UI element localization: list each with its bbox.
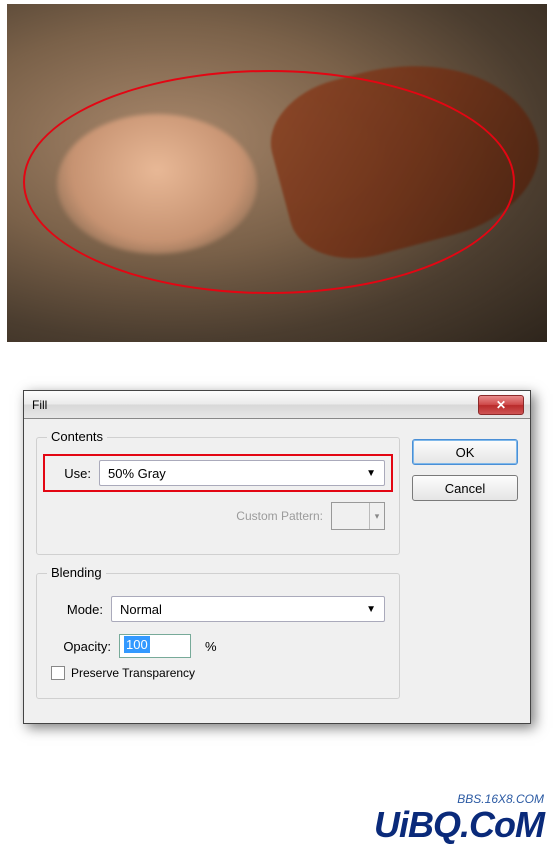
dialog-titlebar[interactable]: Fill ✕ [24,391,530,419]
use-row-highlight: Use: 50% Gray ▼ [43,454,393,492]
fill-dialog: Fill ✕ Contents Use: 50% Gray ▼ [23,390,531,724]
contents-group: Contents Use: 50% Gray ▼ Custom Pattern:… [36,437,400,555]
dialog-title: Fill [32,398,47,412]
custom-pattern-label: Custom Pattern: [236,509,323,523]
opacity-input[interactable]: 100 [119,634,191,658]
custom-pattern-picker: ▾ [331,502,385,530]
close-icon: ✕ [496,398,506,412]
example-image [7,4,547,342]
use-label: Use: [51,466,91,481]
opacity-value: 100 [124,636,150,653]
blending-group: Blending Mode: Normal ▼ Opacity: 100 [36,573,400,699]
dialog-body: Contents Use: 50% Gray ▼ Custom Pattern:… [24,419,530,723]
use-value: 50% Gray [108,466,166,481]
ok-button[interactable]: OK [412,439,518,465]
preserve-transparency-checkbox[interactable] [51,666,65,680]
cancel-button[interactable]: Cancel [412,475,518,501]
chevron-down-icon: ▾ [370,503,384,529]
ok-button-label: OK [456,445,475,460]
close-button[interactable]: ✕ [478,395,524,415]
mode-value: Normal [120,602,162,617]
chevron-down-icon: ▼ [366,468,376,479]
contents-legend: Contents [47,429,107,444]
cancel-button-label: Cancel [445,481,485,496]
opacity-label: Opacity: [51,639,111,654]
use-dropdown[interactable]: 50% Gray ▼ [99,460,385,486]
opacity-unit: % [205,639,217,654]
mode-dropdown[interactable]: Normal ▼ [111,596,385,622]
blending-legend: Blending [47,565,106,580]
watermark-main: UiBQ.CoM [374,804,544,846]
preserve-transparency-label: Preserve Transparency [71,666,195,680]
chevron-down-icon: ▼ [366,604,376,615]
mode-label: Mode: [51,602,103,617]
highlight-ellipse [23,70,515,294]
